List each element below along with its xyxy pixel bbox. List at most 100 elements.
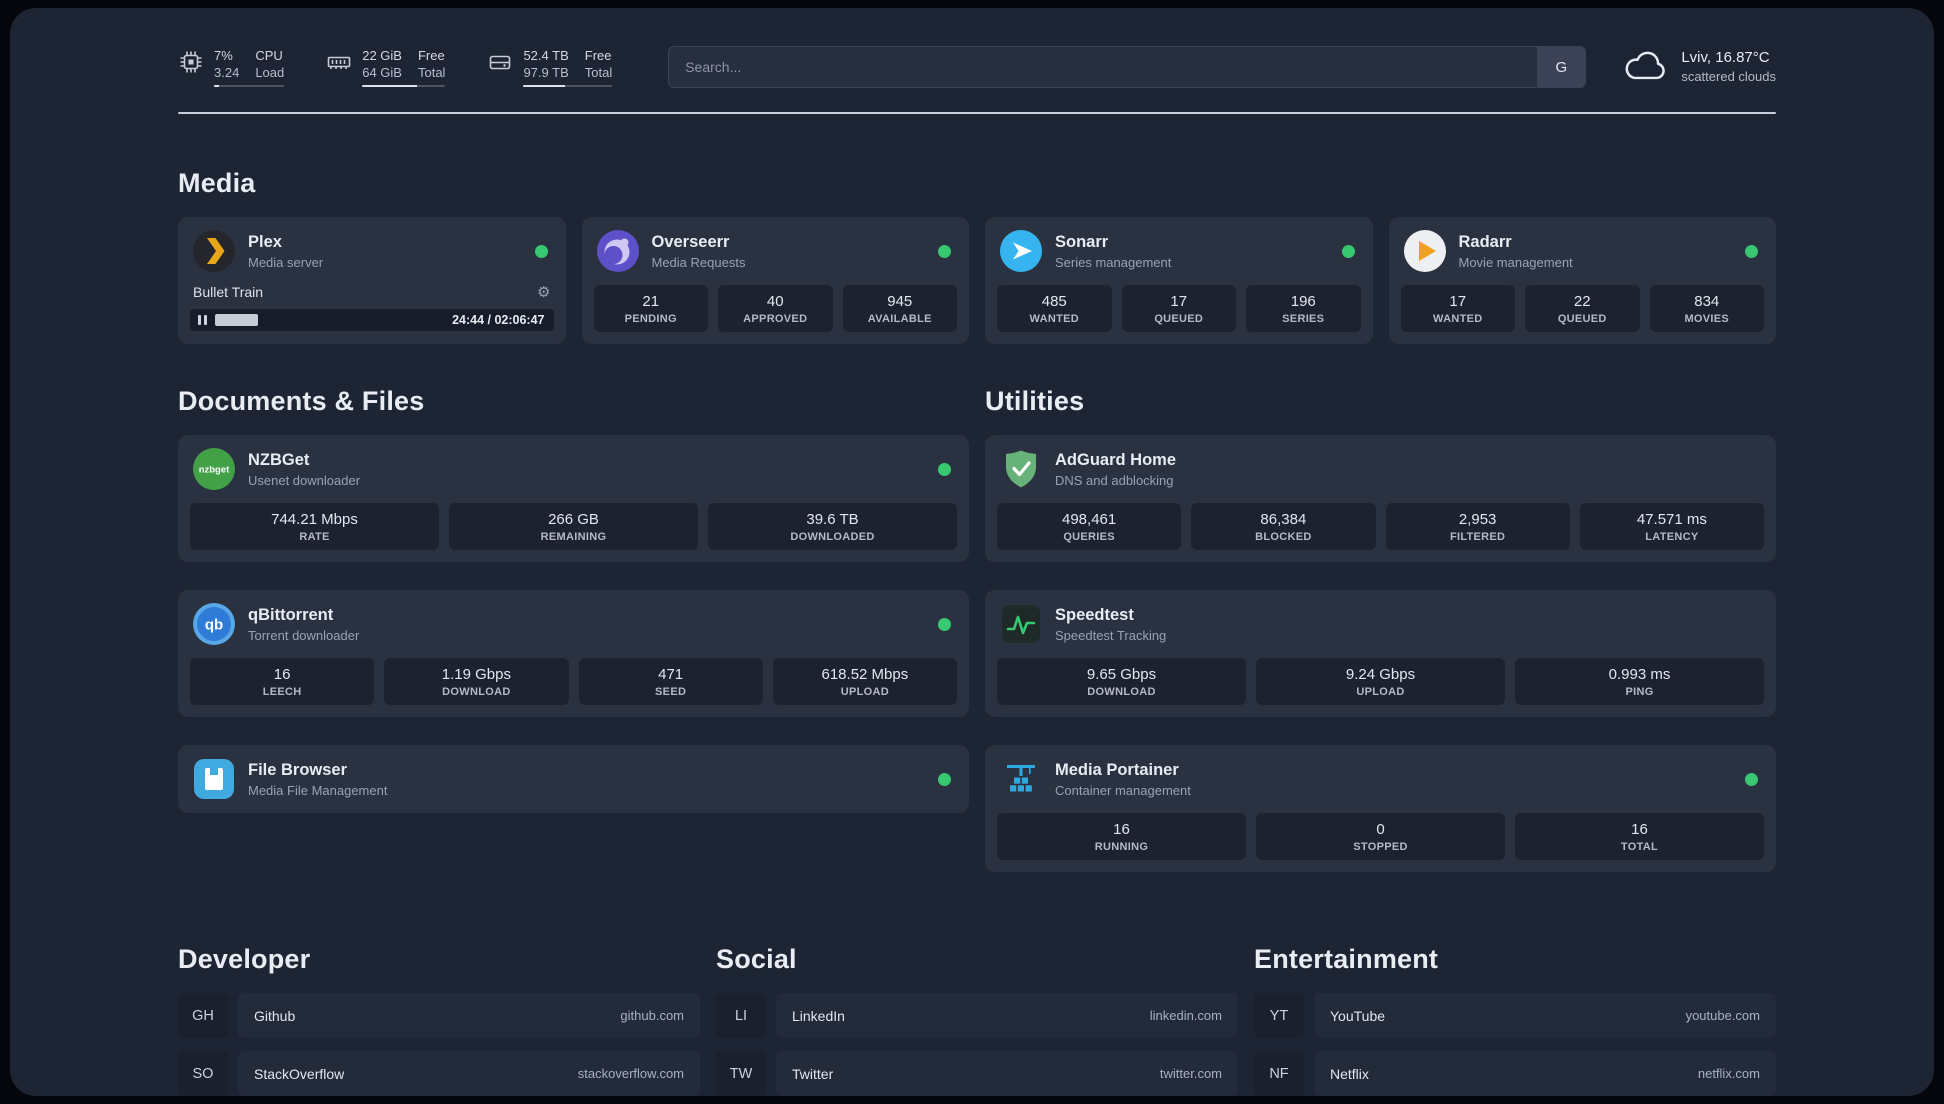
stat-stopped: 0 STOPPED: [1256, 813, 1505, 860]
app-card-radarr: Radarr Movie management 17 WANTED 22 QUE…: [1388, 217, 1776, 344]
stat-queued: 17 QUEUED: [1121, 285, 1236, 332]
app-link-adguard[interactable]: AdGuard Home DNS and adblocking: [997, 445, 1764, 491]
stat-wanted: 485 WANTED: [997, 285, 1112, 332]
bookmark-twitter[interactable]: TW Twitter twitter.com: [716, 1051, 1238, 1096]
app-link-nzbget[interactable]: nzbget NZBGet Usenet downloader: [190, 445, 957, 491]
now-playing-title: Bullet Train: [193, 284, 264, 300]
app-link-filebrowser[interactable]: File Browser Media File Management: [190, 755, 957, 801]
app-link-radarr[interactable]: Radarr Movie management: [1401, 227, 1765, 273]
app-link-qbittorrent[interactable]: qb qBittorrent Torrent downloader: [190, 600, 957, 646]
status-dot: [1745, 244, 1758, 258]
stat-queries: 498,461 QUERIES: [997, 503, 1182, 550]
stat-approved: 40 APPROVED: [718, 285, 833, 332]
bookmark-name: YouTube: [1330, 1007, 1386, 1024]
memory-total-label: Total: [417, 64, 446, 80]
svg-text:nzbget: nzbget: [199, 465, 230, 476]
app-name: AdGuard Home: [1055, 450, 1177, 469]
svg-text:qb: qb: [205, 617, 223, 634]
stat-queued: 22 QUEUED: [1525, 285, 1640, 332]
bookmark-domain: stackoverflow.com: [577, 1066, 684, 1081]
plex-icon: [192, 229, 236, 273]
app-link-overseerr[interactable]: Overseerr Media Requests: [594, 227, 958, 273]
app-subtitle: Media server: [248, 254, 324, 270]
app-card-speedtest: Speedtest Speedtest Tracking 9.65 Gbps D…: [985, 590, 1776, 717]
app-name: Radarr: [1458, 232, 1512, 251]
bookmark-name: StackOverflow: [254, 1065, 345, 1082]
app-subtitle: Usenet downloader: [248, 472, 361, 488]
bookmark-youtube[interactable]: YT YouTube youtube.com: [1254, 993, 1776, 1038]
bookmark-name: Netflix: [1330, 1065, 1369, 1082]
status-dot: [938, 462, 951, 476]
playback-progress-track: [215, 309, 440, 331]
stat-download: 9.65 Gbps DOWNLOAD: [997, 658, 1246, 705]
portainer-icon: [999, 757, 1043, 801]
app-name: Speedtest: [1055, 605, 1134, 624]
app-subtitle: Speedtest Tracking: [1055, 627, 1167, 643]
app-card-portainer: Media Portainer Container management 16 …: [985, 745, 1776, 872]
app-card-filebrowser: File Browser Media File Management: [178, 745, 969, 813]
section-utilities: Utilities AdGuard Home DNS and adblockin…: [985, 386, 1776, 872]
stat-downloaded: 39.6 TB DOWNLOADED: [708, 503, 957, 550]
section-title-documents: Documents & Files: [178, 386, 425, 416]
app-subtitle: Torrent downloader: [248, 627, 360, 643]
app-link-portainer[interactable]: Media Portainer Container management: [997, 755, 1764, 801]
section-documents: Documents & Files nzbget NZBGet Usenet d…: [178, 386, 969, 872]
app-link-sonarr[interactable]: Sonarr Series management: [997, 227, 1361, 273]
app-subtitle: Media Requests: [651, 254, 746, 270]
bookmark-group-developer: Developer GH Github github.com SO StackO…: [178, 944, 700, 1096]
stat-series: 196 SERIES: [1246, 285, 1361, 332]
bookmark-netflix[interactable]: NF Netflix netflix.com: [1254, 1051, 1776, 1096]
adguard-icon: [999, 447, 1043, 491]
stat-movies: 834 MOVIES: [1649, 285, 1764, 332]
disk-free-label: Free: [584, 47, 612, 63]
bookmark-domain: linkedin.com: [1149, 1008, 1222, 1023]
app-name: File Browser: [248, 760, 348, 779]
bookmark-group-social: Social LI LinkedIn linkedin.com TW Twitt…: [716, 944, 1238, 1096]
bookmark-github[interactable]: GH Github github.com: [178, 993, 700, 1038]
cloud-icon: [1622, 48, 1668, 87]
app-card-qbittorrent: qb qBittorrent Torrent downloader 16 LEE…: [178, 590, 969, 717]
playback-bar: 24:44 / 02:06:47: [190, 309, 554, 331]
app-name: Overseerr: [651, 232, 730, 251]
sonarr-icon: [999, 229, 1043, 273]
memory-usage-bar: [362, 84, 446, 88]
app-card-adguard: AdGuard Home DNS and adblocking 498,461 …: [985, 435, 1776, 562]
status-dot: [534, 244, 548, 258]
bookmark-stackoverflow[interactable]: SO StackOverflow stackoverflow.com: [178, 1051, 700, 1096]
cpu-icon: [178, 49, 204, 80]
app-subtitle: DNS and adblocking: [1055, 472, 1174, 488]
bookmark-name: Twitter: [792, 1065, 834, 1082]
cpu-load-label: Load: [255, 64, 285, 80]
stat-blocked: 86,384 BLOCKED: [1191, 503, 1376, 550]
cpu-widget: 7% 3.24 CPU Load: [178, 47, 285, 88]
bookmark-domain: github.com: [620, 1008, 684, 1023]
topbar: 7% 3.24 CPU Load 22 GiB 64 GiB Free Tota…: [178, 46, 1776, 88]
memory-free-label: Free: [417, 47, 445, 63]
memory-free: 22 GiB: [362, 47, 402, 63]
app-card-plex: Plex Media server Bullet Train ⚙ 24:44 /…: [178, 217, 566, 344]
section-title-entertainment: Entertainment: [1254, 944, 1439, 974]
section-title-developer: Developer: [178, 944, 311, 974]
app-subtitle: Series management: [1055, 254, 1172, 270]
stat-remaining: 266 GB REMAINING: [449, 503, 698, 550]
bookmark-group-entertainment: Entertainment YT YouTube youtube.com NF …: [1254, 944, 1776, 1096]
disk-free: 52.4 TB: [523, 47, 569, 63]
search-input[interactable]: [669, 47, 1538, 87]
memory-widget: 22 GiB 64 GiB Free Total: [326, 47, 446, 88]
bookmark-linkedin[interactable]: LI LinkedIn linkedin.com: [716, 993, 1238, 1038]
app-name: Sonarr: [1055, 232, 1109, 251]
bookmark-domain: youtube.com: [1685, 1008, 1760, 1023]
search-provider-button[interactable]: G: [1537, 47, 1586, 87]
bookmark-abbr: TW: [716, 1051, 766, 1096]
bookmark-name: Github: [254, 1007, 296, 1024]
app-link-speedtest[interactable]: Speedtest Speedtest Tracking: [997, 600, 1764, 646]
app-link-plex[interactable]: Plex Media server: [190, 227, 554, 273]
settings-gear-icon[interactable]: ⚙: [537, 283, 550, 301]
disk-usage-bar: [523, 84, 613, 88]
status-dot: [1745, 772, 1758, 786]
stat-download: 1.19 Gbps DOWNLOAD: [384, 658, 569, 705]
weather-location: Lviv, 16.87°C: [1681, 49, 1770, 66]
bookmark-abbr: SO: [178, 1051, 228, 1096]
disk-icon: [487, 49, 513, 80]
pause-button[interactable]: [196, 315, 215, 325]
